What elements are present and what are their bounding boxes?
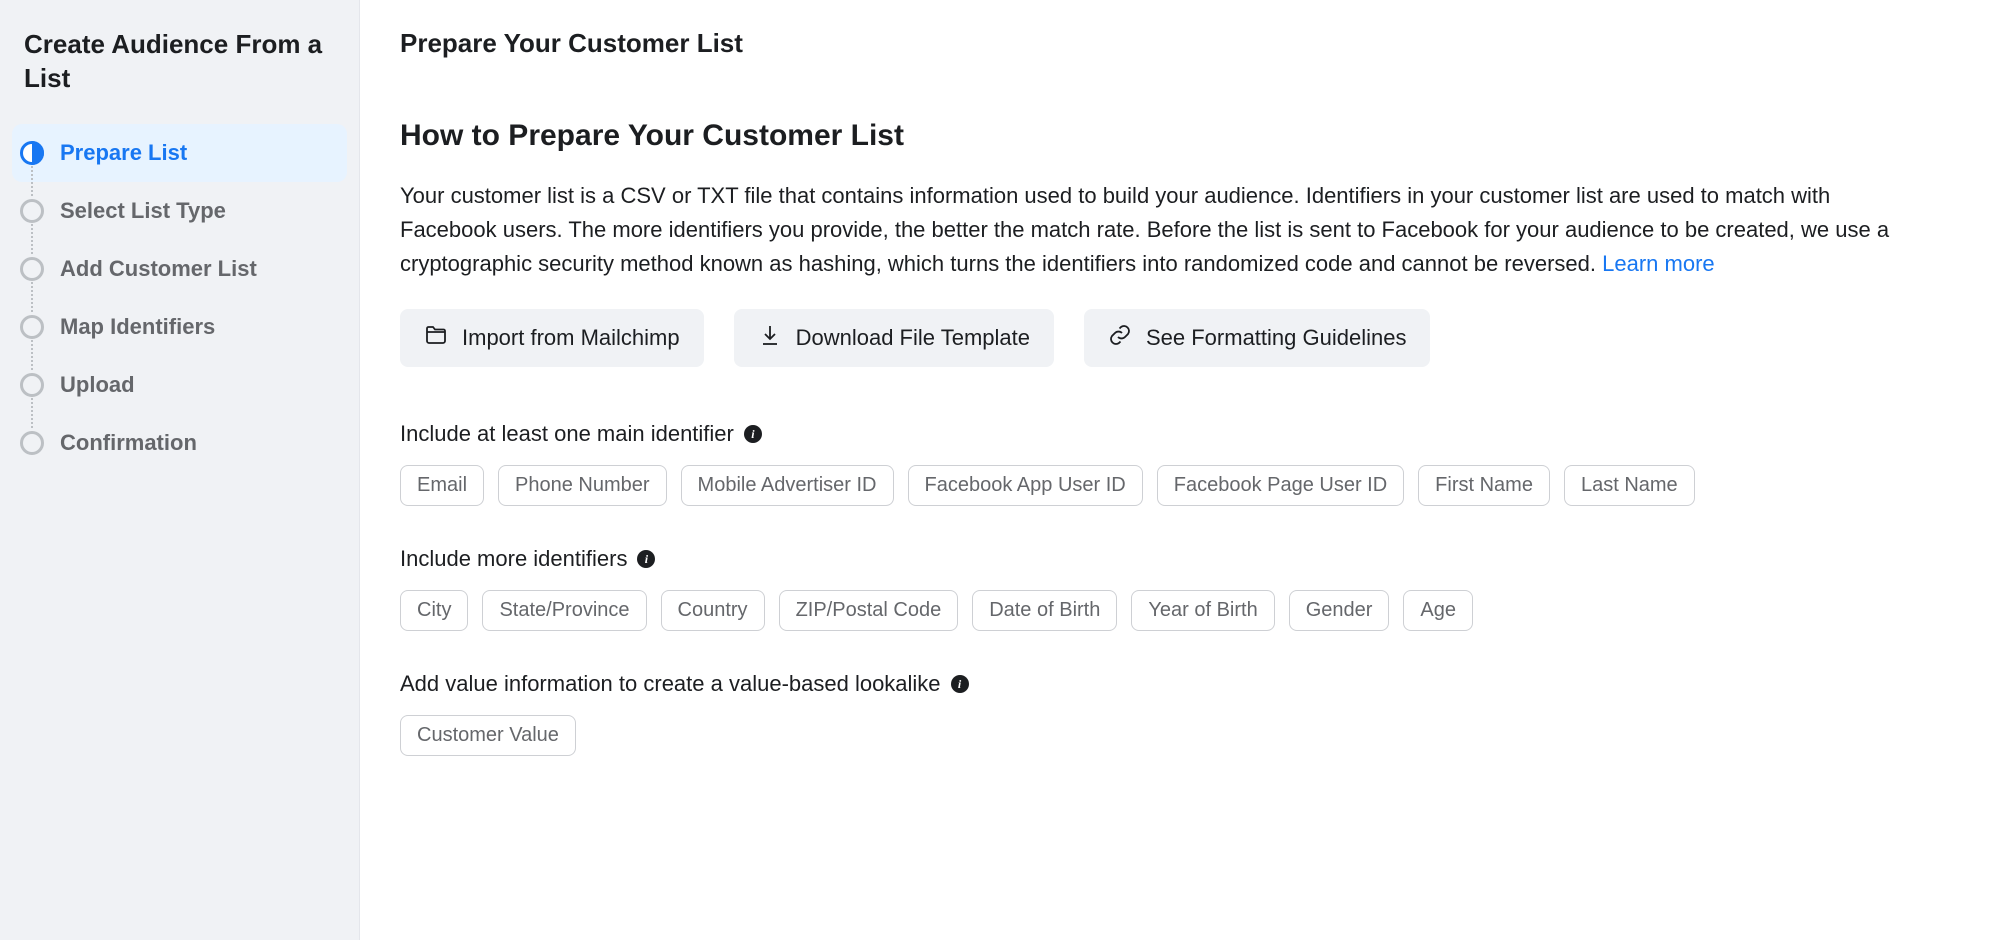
intro-paragraph: Your customer list is a CSV or TXT file … <box>400 179 1920 281</box>
action-button-row: Import from Mailchimp Download File Temp… <box>400 309 1920 367</box>
sidebar: Create Audience From a List Prepare List… <box>0 0 360 940</box>
value-info-group: Add value information to create a value-… <box>400 671 1920 756</box>
value-info-label: Add value information to create a value-… <box>400 671 1920 697</box>
step-upload[interactable]: Upload <box>12 356 347 414</box>
step-label: Map Identifiers <box>60 314 215 340</box>
button-label: Download File Template <box>796 325 1030 351</box>
chip-facebook-page-user-id[interactable]: Facebook Page User ID <box>1157 465 1404 506</box>
empty-circle-icon <box>20 431 44 455</box>
sidebar-title: Create Audience From a List <box>12 22 347 124</box>
section-heading: How to Prepare Your Customer List <box>400 119 1920 153</box>
chip-state-province[interactable]: State/Province <box>482 590 646 631</box>
chip-facebook-app-user-id[interactable]: Facebook App User ID <box>908 465 1143 506</box>
button-label: See Formatting Guidelines <box>1146 325 1406 351</box>
step-map-identifiers[interactable]: Map Identifiers <box>12 298 347 356</box>
info-icon[interactable]: i <box>637 550 655 568</box>
chip-customer-value[interactable]: Customer Value <box>400 715 576 756</box>
main-identifiers-group: Include at least one main identifier i E… <box>400 421 1920 506</box>
folder-import-icon <box>424 323 448 353</box>
chip-country[interactable]: Country <box>661 590 765 631</box>
chip-year-of-birth[interactable]: Year of Birth <box>1131 590 1274 631</box>
link-icon <box>1108 323 1132 353</box>
group-label-text: Include more identifiers <box>400 546 627 572</box>
info-icon[interactable]: i <box>744 425 762 443</box>
step-add-customer-list[interactable]: Add Customer List <box>12 240 347 298</box>
step-label: Upload <box>60 372 135 398</box>
chip-city[interactable]: City <box>400 590 468 631</box>
chip-zip-postal-code[interactable]: ZIP/Postal Code <box>779 590 959 631</box>
chip-mobile-advertiser-id[interactable]: Mobile Advertiser ID <box>681 465 894 506</box>
learn-more-link[interactable]: Learn more <box>1602 251 1715 276</box>
empty-circle-icon <box>20 199 44 223</box>
info-icon[interactable]: i <box>951 675 969 693</box>
main-identifier-chips: Email Phone Number Mobile Advertiser ID … <box>400 465 1920 506</box>
half-circle-icon <box>20 141 44 165</box>
chip-age[interactable]: Age <box>1403 590 1473 631</box>
app-root: Create Audience From a List Prepare List… <box>0 0 1999 940</box>
step-label: Prepare List <box>60 140 187 166</box>
formatting-guidelines-button[interactable]: See Formatting Guidelines <box>1084 309 1430 367</box>
main-content: Prepare Your Customer List How to Prepar… <box>360 0 1960 940</box>
step-label: Confirmation <box>60 430 197 456</box>
chip-phone-number[interactable]: Phone Number <box>498 465 667 506</box>
step-label: Add Customer List <box>60 256 257 282</box>
download-icon <box>758 323 782 353</box>
import-mailchimp-button[interactable]: Import from Mailchimp <box>400 309 704 367</box>
empty-circle-icon <box>20 315 44 339</box>
empty-circle-icon <box>20 257 44 281</box>
chip-gender[interactable]: Gender <box>1289 590 1390 631</box>
main-identifiers-label: Include at least one main identifier i <box>400 421 1920 447</box>
page-title: Prepare Your Customer List <box>400 28 1920 59</box>
group-label-text: Include at least one main identifier <box>400 421 734 447</box>
step-nav: Prepare List Select List Type Add Custom… <box>12 124 347 472</box>
step-label: Select List Type <box>60 198 226 224</box>
step-select-list-type[interactable]: Select List Type <box>12 182 347 240</box>
more-identifier-chips: City State/Province Country ZIP/Postal C… <box>400 590 1920 631</box>
more-identifiers-group: Include more identifiers i City State/Pr… <box>400 546 1920 631</box>
more-identifiers-label: Include more identifiers i <box>400 546 1920 572</box>
chip-last-name[interactable]: Last Name <box>1564 465 1695 506</box>
chip-first-name[interactable]: First Name <box>1418 465 1550 506</box>
empty-circle-icon <box>20 373 44 397</box>
download-template-button[interactable]: Download File Template <box>734 309 1054 367</box>
chip-date-of-birth[interactable]: Date of Birth <box>972 590 1117 631</box>
chip-email[interactable]: Email <box>400 465 484 506</box>
value-info-chips: Customer Value <box>400 715 1920 756</box>
step-confirmation[interactable]: Confirmation <box>12 414 347 472</box>
button-label: Import from Mailchimp <box>462 325 680 351</box>
group-label-text: Add value information to create a value-… <box>400 671 941 697</box>
step-prepare-list[interactable]: Prepare List <box>12 124 347 182</box>
